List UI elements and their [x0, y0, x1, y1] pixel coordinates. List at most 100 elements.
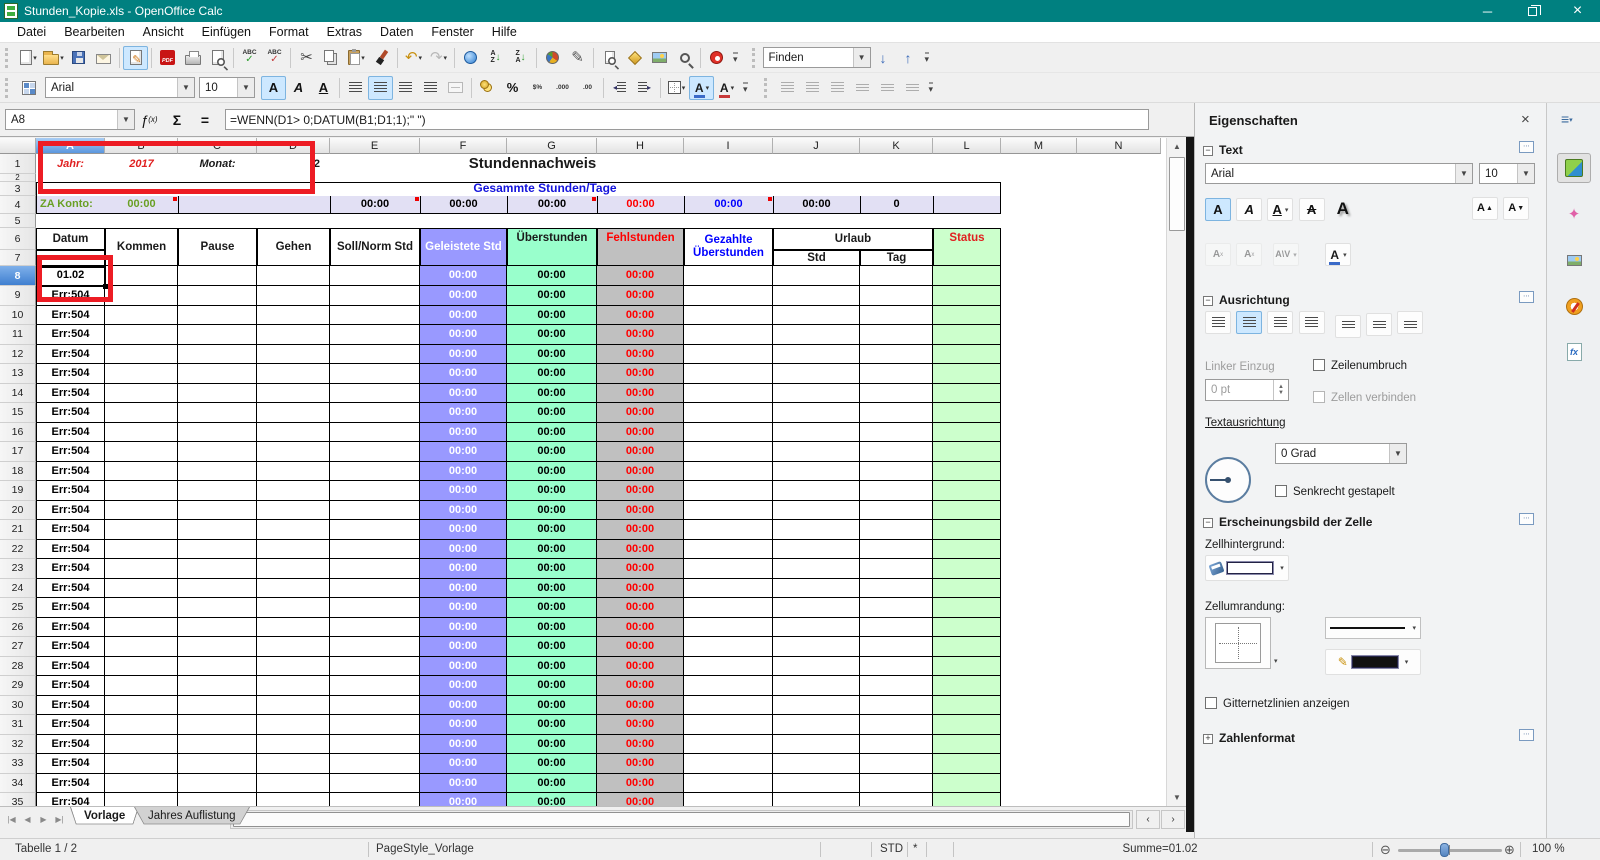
row-header-17[interactable]: 17 — [0, 442, 36, 462]
sheet-main-title[interactable]: Stundennachweis — [420, 154, 645, 174]
border-line-color-button[interactable]: ✎ ▾ — [1325, 649, 1421, 675]
row-header-10[interactable]: 10 — [0, 305, 36, 325]
cell-C16[interactable] — [178, 422, 257, 442]
cell-E17[interactable] — [330, 442, 420, 462]
row-header-24[interactable]: 24 — [0, 578, 36, 598]
cell-H8[interactable]: 00:00 — [597, 266, 684, 286]
cell-A19[interactable]: Err:504 — [36, 481, 105, 501]
cell-H11[interactable]: 00:00 — [597, 325, 684, 345]
cell-L27[interactable] — [933, 637, 1001, 657]
cell-H14[interactable]: 00:00 — [597, 383, 684, 403]
hyperlink-button[interactable] — [458, 46, 483, 70]
row-header-3[interactable]: 3 — [0, 182, 36, 196]
cell-E32[interactable] — [330, 734, 420, 754]
cell-J31[interactable] — [773, 715, 860, 735]
corner-header[interactable] — [0, 138, 36, 154]
find-up-button[interactable]: ↑ — [896, 46, 921, 70]
cell-D28[interactable] — [257, 656, 330, 676]
navigator-button[interactable] — [622, 46, 647, 70]
cell-D9[interactable] — [257, 286, 330, 306]
cell-J18[interactable] — [773, 461, 860, 481]
cell-I35[interactable] — [684, 793, 773, 806]
cell-E23[interactable] — [330, 559, 420, 579]
cell-L31[interactable] — [933, 715, 1001, 735]
header-urlaub-std[interactable]: Std — [773, 250, 860, 266]
cell-B32[interactable] — [105, 734, 178, 754]
cell-C32[interactable] — [178, 734, 257, 754]
left-indent-input[interactable]: 0 pt ▲ ▼ — [1205, 379, 1289, 401]
cell-D29[interactable] — [257, 676, 330, 696]
cell-D10[interactable] — [257, 305, 330, 325]
cell-L32[interactable] — [933, 734, 1001, 754]
cell-L21[interactable] — [933, 520, 1001, 540]
border-line-style-button[interactable]: ▾ — [1325, 617, 1421, 639]
cell-C35[interactable] — [178, 793, 257, 806]
cell-G34[interactable]: 00:00 — [507, 773, 597, 793]
bold-button[interactable]: A — [261, 75, 286, 100]
cell-K24[interactable] — [860, 578, 933, 598]
cell-H35[interactable]: 00:00 — [597, 793, 684, 806]
cell-F30[interactable]: 00:00 — [420, 695, 507, 715]
cell-C14[interactable] — [178, 383, 257, 403]
cell-K28[interactable] — [860, 656, 933, 676]
cell-C25[interactable] — [178, 598, 257, 618]
row-header-25[interactable]: 25 — [0, 598, 36, 618]
column-header-J[interactable]: J — [773, 138, 860, 154]
align-top-button[interactable] — [1335, 315, 1361, 338]
align-bottom-button[interactable] — [1397, 311, 1424, 334]
standard-format-button[interactable]: $% — [525, 76, 550, 100]
edit-file-button[interactable]: ✎ — [123, 45, 148, 70]
chevron-down-icon[interactable]: ▼ — [1389, 444, 1406, 463]
cell-G24[interactable]: 00:00 — [507, 578, 597, 598]
cell-H13[interactable]: 00:00 — [597, 364, 684, 384]
cell-B23[interactable] — [105, 559, 178, 579]
degrees-combo[interactable]: 0 Grad ▼ — [1275, 443, 1407, 464]
spreadsheet-grid[interactable]: A B C D E F G H I J K L M N 1 2 3 4 5 6 7 8 9 10 11 12 13 14 15 16 17 1… — [0, 138, 1166, 806]
cell-G16[interactable]: 00:00 — [507, 422, 597, 442]
row-header-4[interactable]: 4 — [0, 196, 36, 214]
cell-K13[interactable] — [860, 364, 933, 384]
cell-B16[interactable] — [105, 422, 178, 442]
row-header-16[interactable]: 16 — [0, 422, 36, 442]
cell-A12[interactable]: Err:504 — [36, 344, 105, 364]
row-header-8[interactable]: 8 — [0, 266, 36, 286]
cell-J22[interactable] — [773, 539, 860, 559]
cell-E10[interactable] — [330, 305, 420, 325]
cell-F22[interactable]: 00:00 — [420, 539, 507, 559]
cell-C31[interactable] — [178, 715, 257, 735]
cell-I26[interactable] — [684, 617, 773, 637]
row-header-28[interactable]: 28 — [0, 656, 36, 676]
cell-L19[interactable] — [933, 481, 1001, 501]
cell-G12[interactable]: 00:00 — [507, 344, 597, 364]
cell-K23[interactable] — [860, 559, 933, 579]
choose-themes-button[interactable] — [16, 76, 41, 100]
cell-A21[interactable]: Err:504 — [36, 520, 105, 540]
cell-E14[interactable] — [330, 383, 420, 403]
cell-D22[interactable] — [257, 539, 330, 559]
formula-input[interactable]: =WENN(D1> 0;DATUM(B1;D1;1);" ") — [225, 109, 1149, 130]
cell-C9[interactable] — [178, 286, 257, 306]
cell-J27[interactable] — [773, 637, 860, 657]
cell-I23[interactable] — [684, 559, 773, 579]
underline-button[interactable]: A — [311, 76, 336, 100]
collapse-section-icon[interactable]: − — [1203, 295, 1213, 306]
menu-item-einfügen[interactable]: Einfügen — [193, 23, 260, 41]
cell-L30[interactable] — [933, 695, 1001, 715]
cell-L23[interactable] — [933, 559, 1001, 579]
cell-D1-month[interactable]: 2 — [257, 154, 330, 174]
cell-E31[interactable] — [330, 715, 420, 735]
selection-mode[interactable]: STD — [880, 843, 903, 855]
cell-E28[interactable] — [330, 656, 420, 676]
cell-J4-summary[interactable]: 00:00 — [773, 196, 860, 213]
justify-button[interactable] — [1298, 311, 1325, 334]
row-header-30[interactable]: 30 — [0, 695, 36, 715]
cell-D8[interactable] — [257, 266, 330, 286]
cell-K8[interactable] — [860, 266, 933, 286]
border-preset-button[interactable] — [1205, 617, 1271, 669]
cell-G29[interactable]: 00:00 — [507, 676, 597, 696]
cell-B28[interactable] — [105, 656, 178, 676]
cell-F17[interactable]: 00:00 — [420, 442, 507, 462]
cell-K19[interactable] — [860, 481, 933, 501]
cell-H29[interactable]: 00:00 — [597, 676, 684, 696]
cell-A34[interactable]: Err:504 — [36, 773, 105, 793]
